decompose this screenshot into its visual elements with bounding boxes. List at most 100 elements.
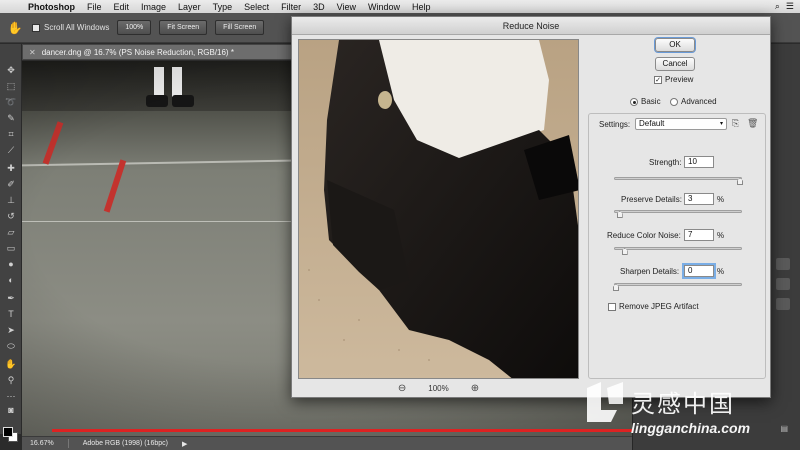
hand-tool-icon[interactable]: ✋: [6, 19, 24, 37]
blur-tool-icon[interactable]: ●: [4, 258, 18, 270]
menu-view[interactable]: View: [331, 2, 362, 12]
preserve-details-slider-track[interactable]: [614, 210, 742, 213]
shape-tool-icon[interactable]: ⬭: [4, 340, 18, 352]
move-tool-icon[interactable]: ✥: [4, 64, 18, 76]
pen-tool-icon[interactable]: ✒: [4, 292, 18, 304]
menu-layer[interactable]: Layer: [172, 2, 207, 12]
more-tools-icon[interactable]: ⋯: [4, 390, 18, 402]
stamp-tool-icon[interactable]: ⊥: [4, 194, 18, 206]
status-arrow-icon[interactable]: ▶: [182, 440, 187, 448]
preview-zoom-value: 100%: [428, 384, 449, 393]
dodge-tool-icon[interactable]: ◐: [4, 274, 18, 286]
sharpen-details-label: Sharpen Details:: [620, 267, 680, 276]
zoom-in-icon[interactable]: ⊕: [471, 383, 479, 394]
cancel-button[interactable]: Cancel: [655, 57, 695, 71]
ok-button[interactable]: OK: [655, 38, 695, 52]
panel-icon[interactable]: [776, 298, 790, 310]
remove-jpeg-artifact-checkbox[interactable]: [608, 303, 616, 311]
settings-select[interactable]: Default ▾: [635, 118, 727, 130]
basic-radio[interactable]: [630, 98, 638, 106]
panel-icon[interactable]: [776, 278, 790, 290]
type-tool-icon[interactable]: T: [4, 308, 18, 320]
scroll-all-windows-checkbox[interactable]: Scroll All Windows: [32, 23, 109, 32]
panel-icon[interactable]: [776, 258, 790, 270]
foreground-color-swatch[interactable]: [3, 427, 13, 437]
stage-edge-line: [52, 429, 632, 432]
preserve-details-field[interactable]: 3: [684, 193, 714, 205]
close-tab-icon[interactable]: ✕: [29, 48, 36, 57]
trash-icon[interactable]: 🗑: [747, 118, 758, 129]
document-tab-title: dancer.dng @ 16.7% (PS Noise Reduction, …: [41, 47, 234, 57]
sharpen-details-unit: %: [717, 267, 725, 276]
menubar-status-icons: ⌕ ☰: [775, 1, 794, 12]
reduce-color-noise-label: Reduce Color Noise:: [607, 231, 681, 240]
dialog-title: Reduce Noise: [292, 17, 770, 35]
checkbox-box[interactable]: [32, 23, 40, 32]
sharpen-details-field[interactable]: 0: [684, 265, 714, 277]
scroll-all-windows-label: Scroll All Windows: [44, 23, 110, 32]
preserve-details-label: Preserve Details:: [621, 195, 682, 204]
fit-screen-button[interactable]: Fit Screen: [159, 20, 208, 35]
strength-slider-track[interactable]: [614, 177, 742, 180]
marquee-tool-icon[interactable]: ⬚: [4, 80, 18, 92]
photoshop-window: Photoshop File Edit Image Layer Type Sel…: [0, 0, 800, 450]
path-select-tool-icon[interactable]: ➤: [4, 324, 18, 336]
menu-image[interactable]: Image: [135, 2, 172, 12]
preview-checkbox[interactable]: ✓: [654, 76, 662, 84]
menu-window[interactable]: Window: [362, 2, 406, 12]
basic-label: Basic: [641, 97, 661, 106]
menu-filter[interactable]: Filter: [275, 2, 307, 12]
crop-tool-icon[interactable]: ⌗: [4, 128, 18, 140]
quick-select-tool-icon[interactable]: ✎: [4, 112, 18, 124]
zoom-tool-icon[interactable]: ⚲: [4, 374, 18, 386]
watermark-chinese-text: 灵感中国: [631, 390, 735, 418]
fill-screen-button[interactable]: Fill Screen: [215, 20, 265, 35]
save-settings-icon[interactable]: ⎘: [732, 118, 739, 129]
quick-mask-icon[interactable]: ◙: [4, 404, 18, 416]
remove-jpeg-artifact-label: Remove JPEG Artifact: [619, 302, 699, 311]
preserve-details-unit: %: [717, 195, 725, 204]
eyedropper-tool-icon[interactable]: ⟋: [4, 144, 18, 156]
menu-type[interactable]: Type: [207, 2, 239, 12]
preview-image: [299, 40, 578, 378]
status-bar: 16.67% Adobe RGB (1998) (16bpc) ▶: [22, 436, 632, 450]
eraser-tool-icon[interactable]: ▱: [4, 226, 18, 238]
settings-select-value: Default: [639, 119, 665, 128]
status-separator: [67, 439, 69, 448]
hand-tool-panel-icon[interactable]: ✋: [4, 358, 18, 370]
menu-3d[interactable]: 3D: [307, 2, 331, 12]
reduce-noise-dialog: Reduce Noise ⊖ 100% ⊕ OK Cancel ✓ Previe…: [291, 16, 771, 398]
advanced-radio[interactable]: [670, 98, 678, 106]
menu-app[interactable]: Photoshop: [22, 2, 81, 12]
settings-group: [588, 113, 766, 379]
menu-bar: Photoshop File Edit Image Layer Type Sel…: [0, 0, 800, 13]
chevron-down-icon: ▾: [719, 121, 723, 127]
gradient-tool-icon[interactable]: ▭: [4, 242, 18, 254]
list-icon[interactable]: ☰: [786, 1, 794, 12]
status-zoom[interactable]: 16.67%: [30, 440, 54, 447]
zoom-100-button[interactable]: 100%: [117, 20, 152, 35]
document-tab[interactable]: ✕ dancer.dng @ 16.7% (PS Noise Reduction…: [22, 44, 292, 60]
watermark-url-text: lingganchina.com: [631, 420, 751, 436]
healing-tool-icon[interactable]: ✚: [4, 162, 18, 174]
strength-field[interactable]: 10: [684, 156, 714, 168]
advanced-label: Advanced: [681, 97, 717, 106]
preview-label: Preview: [665, 75, 694, 84]
reduce-color-noise-field[interactable]: 7: [684, 229, 714, 241]
preview-zoom-bar: ⊖ 100% ⊕: [298, 380, 579, 397]
preview-pane[interactable]: [298, 39, 579, 379]
history-brush-tool-icon[interactable]: ↺: [4, 210, 18, 222]
menu-help[interactable]: Help: [406, 2, 437, 12]
lasso-tool-icon[interactable]: ➰: [4, 96, 18, 108]
zoom-out-icon[interactable]: ⊖: [398, 383, 406, 394]
brush-tool-icon[interactable]: ✐: [4, 178, 18, 190]
search-icon[interactable]: ⌕: [775, 1, 780, 12]
watermark: 灵感中国 lingganchina.com: [583, 380, 793, 446]
status-profile: Adobe RGB (1998) (16bpc): [82, 440, 168, 447]
reduce-color-noise-slider-track[interactable]: [614, 247, 742, 250]
menu-edit[interactable]: Edit: [108, 2, 136, 12]
menu-file[interactable]: File: [81, 2, 108, 12]
menu-select[interactable]: Select: [238, 2, 275, 12]
sharpen-details-slider-track[interactable]: [614, 283, 742, 286]
strength-label: Strength:: [649, 158, 682, 167]
